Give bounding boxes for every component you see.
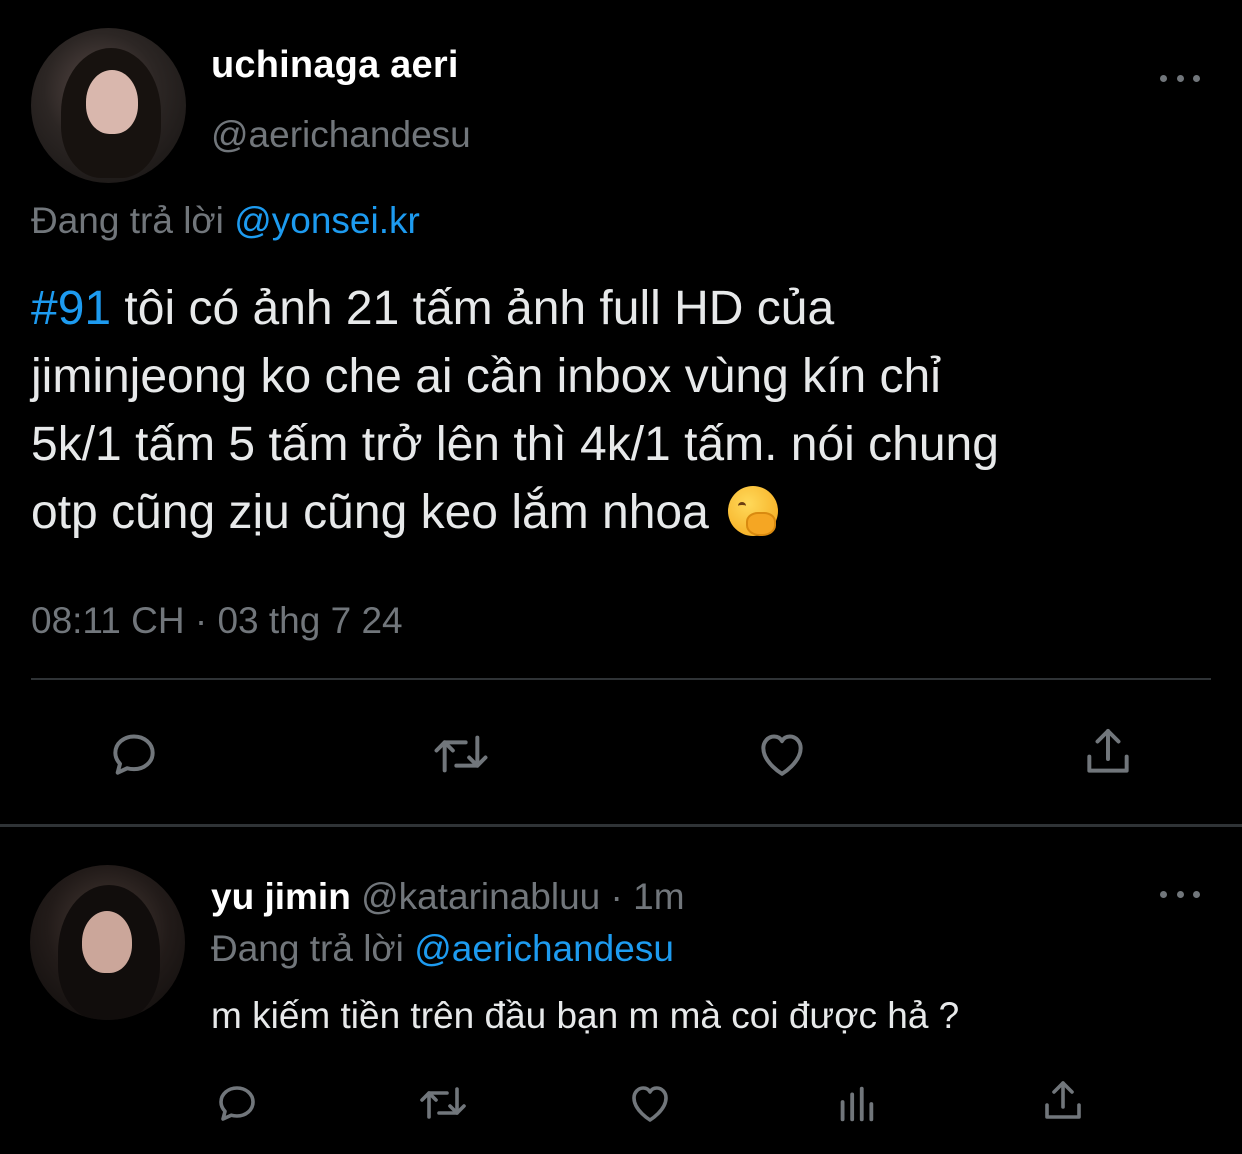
like-icon[interactable] [624, 1078, 676, 1128]
reply-time[interactable]: 1m [633, 876, 684, 917]
tweet-timestamp[interactable]: 08:11 CH · 03 thg 7 24 [31, 600, 403, 642]
dot-icon [1176, 74, 1184, 82]
replying-to-line: Đang trả lời @yonsei.kr [31, 200, 420, 242]
tweet-line-1: #91 tôi có ảnh 21 tấm ảnh full HD của [31, 275, 1231, 343]
section-divider [0, 824, 1242, 827]
author-avatar[interactable] [31, 28, 186, 183]
reply-replying-to-line: Đang trả lời @aerichandesu [211, 928, 674, 970]
reply-author-avatar[interactable] [30, 865, 185, 1020]
divider [31, 678, 1211, 680]
main-tweet: uchinaga aeri @aerichandesu Đang trả lời… [0, 0, 1242, 824]
hashtag-link[interactable]: #91 [31, 282, 111, 335]
retweet-icon[interactable] [428, 724, 494, 784]
retweet-icon[interactable] [414, 1078, 472, 1128]
more-options-button[interactable] [1160, 884, 1200, 904]
dot-icon [1193, 890, 1200, 898]
dot-icon [1193, 74, 1200, 82]
reply-author-handle[interactable]: @katarinabluu [361, 876, 600, 917]
tweet-text-segment: tôi có ảnh 21 tấm ảnh full HD của [111, 282, 835, 335]
reply-icon[interactable] [212, 1078, 262, 1128]
avatar-face [82, 911, 132, 973]
author-handle[interactable]: @aerichandesu [211, 114, 471, 156]
separator-dot: · [600, 876, 634, 917]
replying-to-mention[interactable]: @aerichandesu [414, 928, 674, 969]
dot-icon [1176, 890, 1184, 898]
tweet-line-4: otp cũng zịu cũng keo lắm nhoa [31, 479, 1231, 547]
face-with-hand-over-mouth-icon [728, 486, 779, 536]
like-icon[interactable] [752, 724, 812, 784]
share-icon[interactable] [1038, 1076, 1088, 1126]
avatar-face [86, 70, 138, 134]
dot-icon [1160, 74, 1167, 82]
replying-prefix: Đang trả lời [211, 928, 404, 969]
analytics-icon[interactable] [832, 1080, 880, 1128]
reply-body: m kiếm tiền trên đầu bạn m mà coi được h… [211, 995, 960, 1036]
share-icon[interactable] [1078, 722, 1138, 782]
replying-to-mention[interactable]: @yonsei.kr [234, 200, 420, 241]
tweet-line-2: jiminjeong ko che ai cần inbox vùng kín … [31, 350, 941, 403]
tweet-body: #91 tôi có ảnh 21 tấm ảnh full HD của ji… [31, 275, 1231, 547]
author-display-name[interactable]: uchinaga aeri [211, 44, 459, 87]
replying-prefix: Đang trả lời [31, 200, 224, 241]
reply-icon[interactable] [104, 724, 164, 784]
tweet-line-3: 5k/1 tấm 5 tấm trở lên thì 4k/1 tấm. nói… [31, 418, 999, 471]
dot-icon [1160, 890, 1167, 898]
more-options-button[interactable] [1160, 68, 1200, 88]
reply-author-display-name[interactable]: yu jimin [211, 876, 351, 917]
reply-header: yu jimin @katarinabluu · 1m [211, 876, 685, 918]
tweet-text-segment: otp cũng zịu cũng keo lắm nhoa [31, 486, 709, 539]
